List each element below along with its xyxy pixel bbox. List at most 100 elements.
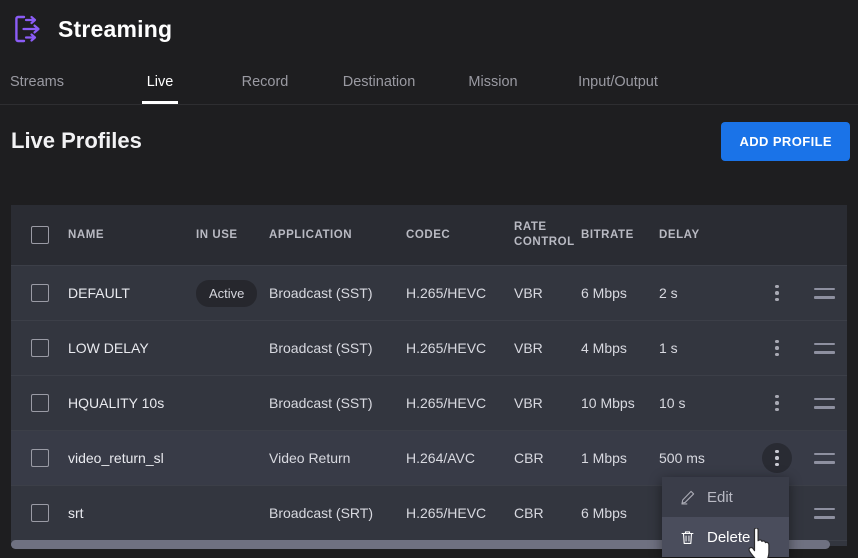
tab-mission[interactable]: Mission	[438, 74, 548, 104]
row-actions-cell	[752, 278, 802, 308]
cell-rate-control: CBR	[514, 505, 581, 521]
context-menu-item-delete-label: Delete	[707, 529, 750, 546]
drag-handle-icon[interactable]	[814, 398, 835, 409]
row-checkbox[interactable]	[31, 449, 49, 467]
tab-record[interactable]: Record	[210, 74, 320, 104]
column-header-name[interactable]: NAME	[68, 228, 196, 243]
row-drag-cell	[802, 453, 847, 464]
cell-codec: H.265/HEVC	[406, 505, 514, 521]
row-menu-icon[interactable]	[762, 333, 792, 363]
cell-codec: H.264/AVC	[406, 450, 514, 466]
cell-delay: 10 s	[659, 395, 752, 411]
cell-application: Broadcast (SST)	[269, 285, 406, 301]
column-header-delay[interactable]: DELAY	[659, 228, 752, 243]
row-menu-icon[interactable]	[762, 278, 792, 308]
row-checkbox[interactable]	[31, 394, 49, 412]
drag-handle-icon[interactable]	[814, 288, 835, 299]
cell-application: Video Return	[269, 450, 406, 466]
row-drag-cell	[802, 508, 847, 519]
row-context-menu: Edit Delete	[662, 477, 789, 557]
cell-name: HQUALITY 10s	[68, 395, 196, 411]
table-header-row: NAME IN USE APPLICATION CODEC RATE CONTR…	[11, 205, 847, 266]
cell-name: LOW DELAY	[68, 340, 196, 356]
cell-bitrate: 4 Mbps	[581, 340, 659, 356]
cell-application: Broadcast (SRT)	[269, 505, 406, 521]
cell-rate-control: CBR	[514, 450, 581, 466]
column-header-rate-control-label: RATE CONTROL	[514, 221, 575, 248]
cell-bitrate: 6 Mbps	[581, 285, 659, 301]
cell-delay: 2 s	[659, 285, 752, 301]
cell-codec: H.265/HEVC	[406, 285, 514, 301]
select-all-cell	[11, 226, 68, 244]
column-header-bitrate[interactable]: BITRATE	[581, 228, 659, 243]
add-profile-button[interactable]: ADD PROFILE	[721, 122, 850, 161]
column-header-codec[interactable]: CODEC	[406, 228, 514, 243]
tab-destination[interactable]: Destination	[320, 74, 438, 104]
pencil-icon	[679, 489, 696, 506]
table-row[interactable]: DEFAULT Active Broadcast (SST) H.265/HEV…	[11, 266, 847, 321]
tab-live[interactable]: Live	[110, 74, 210, 104]
cell-rate-control: VBR	[514, 395, 581, 411]
drag-handle-icon[interactable]	[814, 453, 835, 464]
cell-rate-control: VBR	[514, 340, 581, 356]
row-menu-icon[interactable]	[762, 443, 792, 473]
cell-codec: H.265/HEVC	[406, 395, 514, 411]
status-badge: Active	[196, 280, 257, 307]
row-select-cell	[11, 284, 68, 302]
tab-input-output-label: Input/Output	[578, 74, 658, 90]
row-drag-cell	[802, 398, 847, 409]
cell-delay: 1 s	[659, 340, 752, 356]
cell-rate-control: VBR	[514, 285, 581, 301]
row-menu-icon[interactable]	[762, 388, 792, 418]
row-actions-cell	[752, 333, 802, 363]
row-actions-cell	[752, 443, 802, 473]
column-header-application[interactable]: APPLICATION	[269, 228, 406, 243]
cell-name: DEFAULT	[68, 285, 196, 301]
app-header: Streaming	[0, 0, 858, 58]
context-menu-item-delete[interactable]: Delete	[662, 517, 789, 557]
table-row[interactable]: LOW DELAY Broadcast (SST) H.265/HEVC VBR…	[11, 321, 847, 376]
streaming-arrows-icon	[12, 13, 44, 45]
row-select-cell	[11, 394, 68, 412]
tab-destination-label: Destination	[343, 74, 416, 90]
cell-bitrate: 1 Mbps	[581, 450, 659, 466]
tab-live-label: Live	[147, 74, 174, 90]
row-checkbox[interactable]	[31, 284, 49, 302]
tab-input-output[interactable]: Input/Output	[548, 74, 688, 104]
row-select-cell	[11, 339, 68, 357]
drag-handle-icon[interactable]	[814, 508, 835, 519]
column-header-in-use[interactable]: IN USE	[196, 228, 269, 243]
context-menu-item-edit[interactable]: Edit	[662, 477, 789, 517]
page-head: Live Profiles ADD PROFILE	[0, 105, 858, 177]
cell-application: Broadcast (SST)	[269, 340, 406, 356]
app-title: Streaming	[58, 16, 172, 43]
row-drag-cell	[802, 288, 847, 299]
cell-bitrate: 10 Mbps	[581, 395, 659, 411]
row-checkbox[interactable]	[31, 504, 49, 522]
cell-bitrate: 6 Mbps	[581, 505, 659, 521]
tab-record-label: Record	[242, 74, 289, 90]
row-drag-cell	[802, 343, 847, 354]
select-all-checkbox[interactable]	[31, 226, 49, 244]
streaming-live-profiles-page: Streaming Streams Live Record Destinatio…	[0, 0, 858, 558]
table-row[interactable]: HQUALITY 10s Broadcast (SST) H.265/HEVC …	[11, 376, 847, 431]
cell-application: Broadcast (SST)	[269, 395, 406, 411]
cell-name: video_return_sl	[68, 450, 196, 466]
row-checkbox[interactable]	[31, 339, 49, 357]
row-select-cell	[11, 449, 68, 467]
tab-streams-label: Streams	[10, 74, 64, 90]
column-header-rate-control[interactable]: RATE CONTROL	[514, 220, 581, 250]
cell-in-use: Active	[196, 280, 269, 307]
row-actions-cell	[752, 388, 802, 418]
tab-streams[interactable]: Streams	[10, 74, 110, 104]
tabbar: Streams Live Record Destination Mission …	[0, 58, 858, 105]
trash-icon	[679, 529, 696, 546]
cell-codec: H.265/HEVC	[406, 340, 514, 356]
drag-handle-icon[interactable]	[814, 343, 835, 354]
row-select-cell	[11, 504, 68, 522]
cell-name: srt	[68, 505, 196, 521]
context-menu-item-edit-label: Edit	[707, 489, 733, 506]
tab-mission-label: Mission	[468, 74, 517, 90]
page-title: Live Profiles	[11, 128, 142, 154]
cell-delay: 500 ms	[659, 450, 752, 466]
